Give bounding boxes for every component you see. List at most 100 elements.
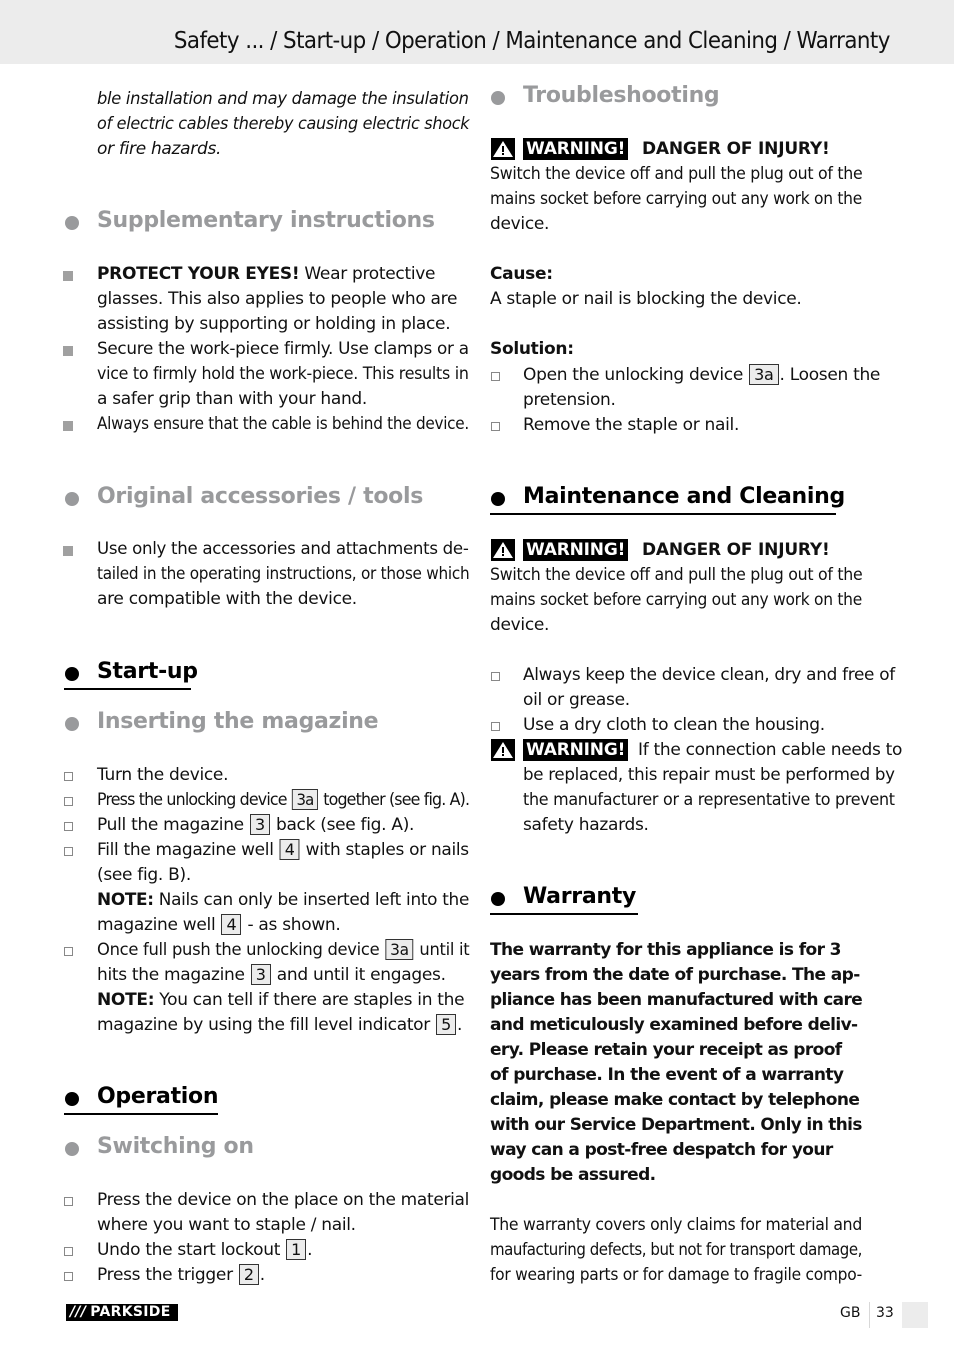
section-bullet-icon	[491, 91, 505, 105]
warranty-bold-line: years from the date of purchase. The ap-	[490, 965, 860, 985]
note-text: magazine by using the fill level indicat…	[97, 1015, 436, 1035]
warning-body: the manufacturer or a representative to …	[523, 790, 895, 810]
warranty-bold-line: goods be assured.	[490, 1165, 656, 1185]
item-text: where you want to staple / nail.	[97, 1215, 356, 1235]
solution-label: Solution:	[490, 339, 574, 359]
heading-warranty: Warranty	[523, 884, 636, 909]
item-text: glasses. This also applies to people who…	[97, 289, 458, 309]
item-text: Press the trigger	[97, 1265, 238, 1285]
parkside-logo: ///PARKSIDE	[66, 1304, 178, 1321]
warranty-bold-line: and meticulously examined before deliv-	[490, 1015, 858, 1035]
warning-body: Switch the device off and pull the plug …	[490, 565, 863, 585]
section-bullet-icon	[65, 1142, 79, 1156]
warranty-line: for wearing parts or for damage to fragi…	[490, 1265, 862, 1285]
warning-body: mains socket before carrying out any wor…	[490, 590, 862, 610]
item-text: a safer grip than with your hand.	[97, 389, 368, 409]
intro-line: or fire hazards.	[97, 139, 222, 159]
item-text: are compatible with the device.	[97, 589, 357, 609]
note-text: Nails can only be inserted left into the	[153, 890, 470, 910]
note-text: .	[456, 1015, 463, 1035]
heading-inserting-magazine: Inserting the magazine	[97, 709, 379, 734]
protect-eyes-label: PROTECT YOUR EYES!	[97, 264, 300, 284]
note: magazine well 4 - as shown.	[97, 913, 341, 938]
note-label: NOTE:	[97, 990, 155, 1010]
warning-triangle-icon	[491, 539, 515, 561]
warning-text: DANGER OF INJURY!	[642, 139, 830, 159]
checkbox-bullet-icon	[491, 722, 500, 731]
square-bullet-icon	[63, 346, 73, 356]
checkbox-bullet-icon	[64, 822, 73, 831]
part-reference: 3a	[291, 789, 319, 810]
item-text: .	[307, 1240, 313, 1260]
heading-maintenance: Maintenance and Cleaning	[523, 484, 845, 509]
logo-brand: PARKSIDE	[90, 1304, 171, 1320]
section-bullet-icon	[65, 717, 79, 731]
warranty-bold-line: way can a post-free despatch for your	[490, 1140, 833, 1160]
language-code: GB	[840, 1305, 861, 1321]
item-text: back (see fig. A).	[270, 815, 415, 835]
checkbox-bullet-icon	[64, 947, 73, 956]
warranty-bold-line: of purchase. In the event of a warranty	[490, 1065, 844, 1085]
list-item: Press the trigger 2.	[97, 1263, 265, 1288]
heading-underline	[64, 1113, 218, 1115]
item-text: and until it engages.	[271, 965, 446, 985]
item-text: assisting by supporting or holding in pl…	[97, 314, 451, 334]
item-text: Press the unlocking device	[97, 790, 291, 810]
checkbox-bullet-icon	[64, 1247, 73, 1256]
heading-underline	[490, 913, 638, 915]
footer-tab-box	[902, 1302, 928, 1328]
item-text: until it	[414, 940, 470, 960]
warranty-bold-line: pliance has been manufactured with care	[490, 990, 863, 1010]
warning-body: device.	[490, 615, 550, 635]
warranty-bold-line: with our Service Department. Only in thi…	[490, 1115, 862, 1135]
list-item: hits the magazine 3 and until it engages…	[97, 963, 446, 988]
section-bullet-icon	[65, 492, 79, 506]
warranty-line: maufacturing defects, but not for transp…	[490, 1240, 862, 1260]
part-reference: 3a	[749, 364, 779, 385]
cause-text: A staple or nail is blocking the device.	[490, 289, 802, 309]
item-text: (see fig. B).	[97, 865, 191, 885]
item-text: Use only the accessories and attachments…	[97, 539, 469, 559]
item-text: oil or grease.	[523, 690, 630, 710]
cause-label: Cause:	[490, 264, 553, 284]
item-text: Open the unlocking device	[523, 365, 749, 385]
heading-troubleshooting: Troubleshooting	[523, 83, 720, 108]
item-text: with staples or nails	[300, 840, 470, 860]
square-bullet-icon	[63, 546, 73, 556]
checkbox-bullet-icon	[491, 672, 500, 681]
item-text: Always keep the device clean, dry and fr…	[523, 665, 895, 685]
note-text: - as shown.	[242, 915, 341, 935]
section-bullet-icon	[491, 892, 505, 906]
warning-triangle-icon	[491, 138, 515, 160]
item-text: Always ensure that the cable is behind t…	[97, 414, 469, 434]
list-item: Pull the magazine 3 back (see fig. A).	[97, 813, 414, 838]
warning-body: device.	[490, 214, 550, 234]
list-item: PROTECT YOUR EYES! Wear protective	[97, 262, 435, 287]
footer-divider	[869, 1302, 870, 1328]
intro-line: of electric cables thereby causing elect…	[97, 114, 470, 134]
warning-body: Switch the device off and pull the plug …	[490, 164, 863, 184]
section-bullet-icon	[491, 492, 505, 506]
part-reference: 3a	[385, 939, 414, 960]
checkbox-bullet-icon	[64, 1197, 73, 1206]
square-bullet-icon	[63, 421, 73, 431]
checkbox-bullet-icon	[64, 797, 73, 806]
warning-body: If the connection cable needs to	[638, 740, 903, 760]
checkbox-bullet-icon	[64, 772, 73, 781]
item-text: .	[259, 1265, 265, 1285]
page-number: 33	[876, 1305, 894, 1321]
intro-line: ble installation and may damage the insu…	[97, 89, 469, 109]
note-text: magazine well	[97, 915, 221, 935]
heading-supplementary: Supplementary instructions	[97, 208, 435, 233]
list-item: Open the unlocking device 3a. Loosen the	[523, 363, 880, 388]
heading-startup: Start-up	[97, 659, 198, 684]
note-label: NOTE:	[97, 890, 154, 910]
item-text: Undo the start lockout	[97, 1240, 286, 1260]
checkbox-bullet-icon	[491, 372, 500, 381]
part-reference: 2	[238, 1264, 259, 1285]
warning-triangle-icon	[491, 739, 515, 761]
part-reference: 4	[279, 839, 300, 860]
item-text: . Loosen the	[779, 365, 881, 385]
section-bullet-icon	[65, 216, 79, 230]
item-text: Turn the device.	[97, 765, 229, 785]
